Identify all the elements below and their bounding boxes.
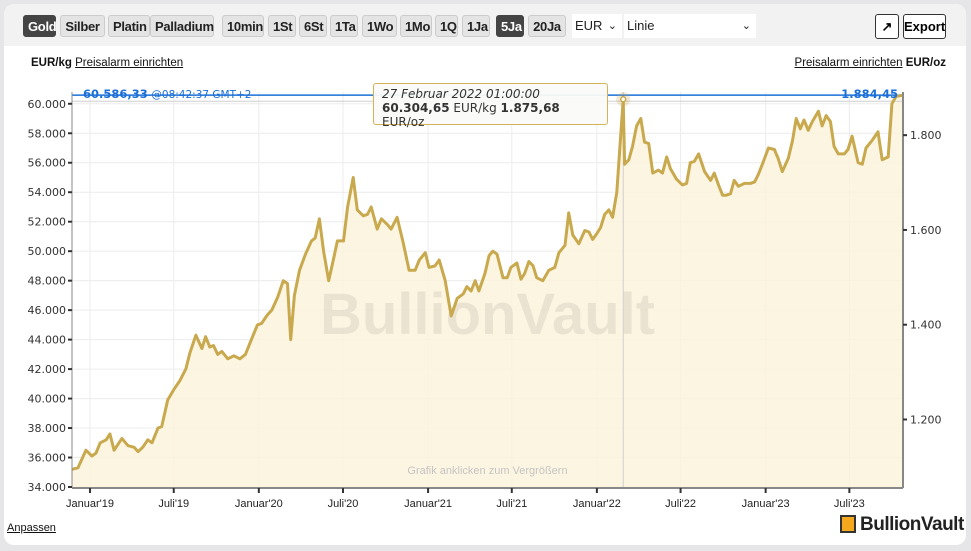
tooltip-values: 60.304,65 EUR/kg 1.875,68 EUR/oz [382, 101, 599, 129]
current-price-label: 60.586,33 @08:42:37 GMT+2 [83, 87, 252, 101]
y-left-tick-label: 56.000 [28, 157, 67, 170]
y-left-tick-label: 60.000 [28, 98, 67, 111]
y-left-tick-label: 52.000 [28, 216, 67, 229]
tooltip: 27 Februar 2022 01:00:00 60.304,65 EUR/k… [373, 83, 608, 129]
x-tick-label: Januar'20 [235, 498, 283, 510]
x-tick-label: Juli'23 [834, 498, 865, 510]
customize-link[interactable]: Anpassen [7, 522, 56, 534]
tooltip-unit-oz: EUR/oz [382, 115, 425, 129]
current-price-kg: 60.586,33 [83, 87, 148, 101]
y-left-tick-label: 48.000 [28, 275, 67, 288]
hint-text: Grafik anklicken zum Vergrößern [407, 465, 567, 477]
y-right-tick-label: 1.400 [910, 319, 942, 332]
x-tick-label: Juli'19 [158, 498, 189, 510]
chart-panel: Gold Silber Platin Palladium 10min 1St 6St 1Ta… [4, 4, 966, 545]
cube-icon [840, 515, 856, 533]
x-tick-label: Januar'19 [66, 498, 114, 510]
x-tick-label: Januar'22 [573, 498, 621, 510]
y-left-tick-label: 58.000 [28, 127, 67, 140]
x-tick-label: Juli'22 [665, 498, 696, 510]
y-right-tick-label: 1.200 [910, 413, 942, 426]
y-left-tick-label: 50.000 [28, 245, 67, 258]
x-tick-label: Juli'21 [496, 498, 527, 510]
current-price-oz: 1.884,45 [841, 87, 898, 101]
watermark: BullionVault [320, 282, 655, 347]
y-left-tick-label: 34.000 [28, 481, 67, 494]
y-left-tick-label: 36.000 [28, 452, 67, 465]
x-tick-label: Juli'20 [328, 498, 359, 510]
y-left-tick-label: 42.000 [28, 363, 67, 376]
bullionvault-logo: BullionVault [840, 514, 964, 536]
tooltip-price-oz: 1.875,68 [500, 101, 560, 115]
y-left-tick-label: 54.000 [28, 186, 67, 199]
y-right-tick-label: 1.600 [910, 224, 942, 237]
logo-text: BullionVault [860, 514, 964, 535]
y-left-tick-label: 44.000 [28, 334, 67, 347]
current-time: @08:42:37 GMT+2 [151, 89, 252, 101]
y-left-tick-label: 40.000 [28, 393, 67, 406]
x-tick-label: Januar'21 [404, 498, 452, 510]
tooltip-date: 27 Februar 2022 01:00:00 [382, 87, 540, 101]
y-right-tick-label: 1.800 [910, 129, 942, 142]
y-left-tick-label: 38.000 [28, 422, 67, 435]
y-left-tick-label: 46.000 [28, 304, 67, 317]
tooltip-unit-kg: EUR/kg [453, 101, 497, 115]
x-tick-label: Januar'23 [742, 498, 790, 510]
tooltip-price-kg: 60.304,65 [382, 101, 450, 115]
highlight-point [619, 96, 627, 103]
